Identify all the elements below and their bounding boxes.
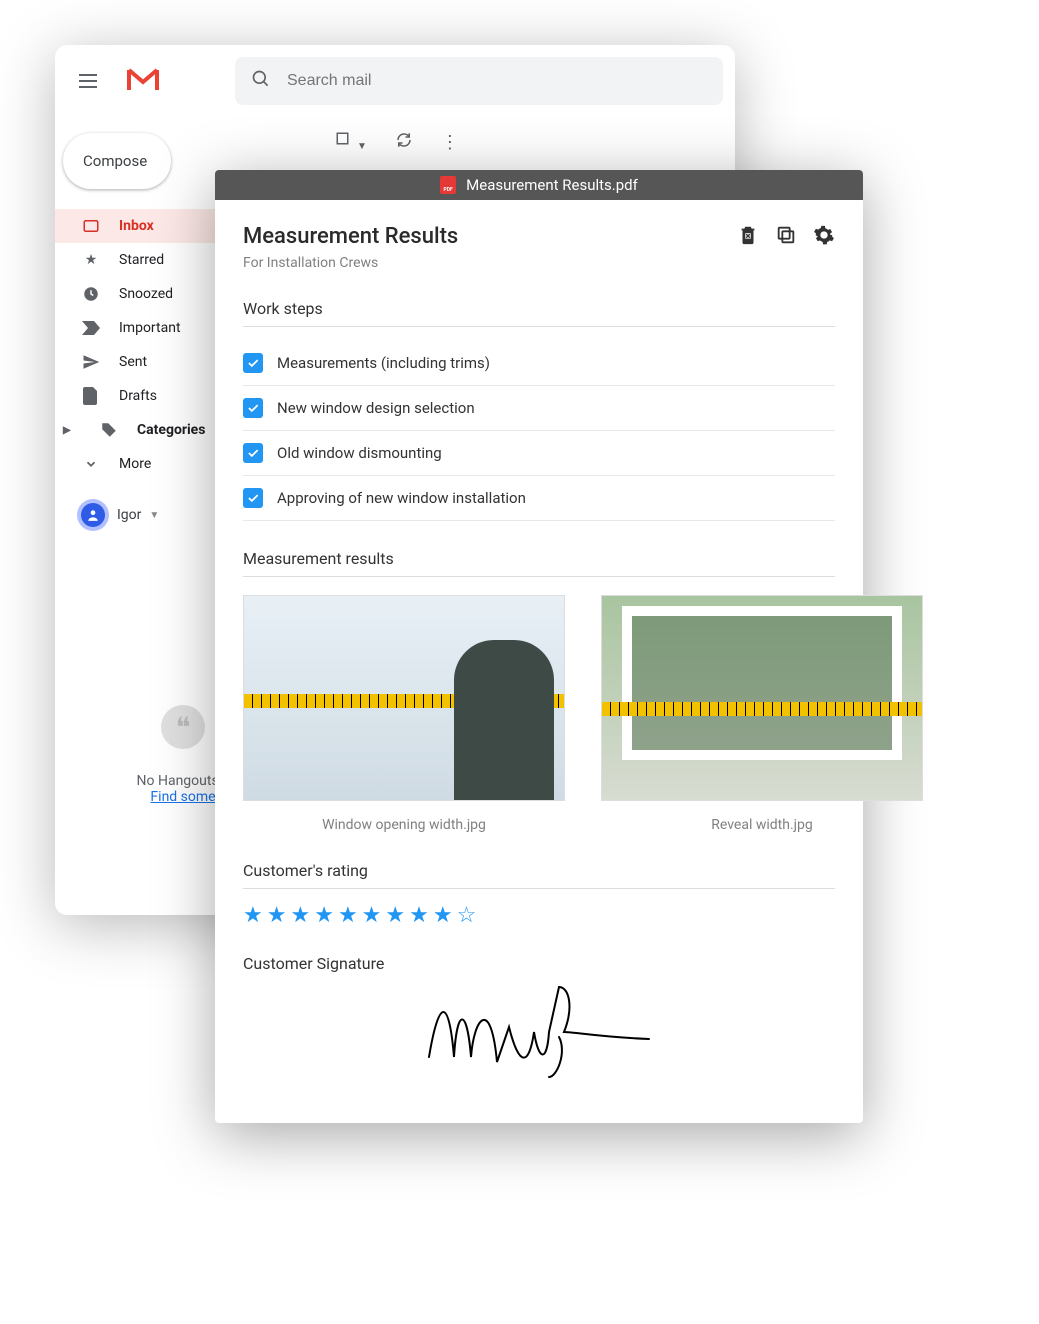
- signature-heading: Customer Signature: [243, 954, 835, 973]
- result-image[interactable]: [243, 595, 565, 801]
- gear-icon[interactable]: [813, 224, 835, 250]
- pdf-titlebar: Measurement Results.pdf: [215, 170, 863, 200]
- inbox-icon: [81, 216, 101, 236]
- work-step-label: New window design selection: [277, 399, 475, 417]
- more-icon[interactable]: ⋮: [441, 132, 459, 153]
- pdf-file-icon: [440, 176, 456, 194]
- sent-icon: [81, 352, 101, 372]
- search-bar[interactable]: [235, 57, 723, 105]
- gmail-header: [55, 45, 735, 117]
- important-icon: [81, 318, 101, 338]
- compose-button[interactable]: Compose: [63, 133, 171, 189]
- result-caption: Reveal width.jpg: [601, 817, 923, 833]
- gmail-toolbar: ▼ ⋮: [311, 117, 735, 163]
- star-icon: ★: [81, 250, 101, 270]
- rating-heading: Customer's rating: [243, 861, 835, 889]
- gmail-m-icon: [127, 62, 159, 100]
- hangouts-icon: ❝: [161, 705, 205, 749]
- star-filled-icon: ★: [290, 903, 310, 928]
- caret-down-icon: ▼: [149, 510, 159, 521]
- compose-label: Compose: [83, 152, 147, 170]
- checkbox-checked-icon[interactable]: [243, 488, 263, 508]
- pdf-title: Measurement Results: [243, 224, 458, 249]
- avatar: [77, 499, 109, 531]
- star-filled-icon: ★: [409, 903, 429, 928]
- sidebar-item-label: Inbox: [119, 218, 154, 234]
- work-step-label: Old window dismounting: [277, 444, 442, 462]
- sidebar-item-label: Snoozed: [119, 286, 173, 302]
- drafts-icon: [81, 386, 101, 406]
- checkbox-checked-icon[interactable]: [243, 398, 263, 418]
- work-step-row: Approving of new window installation: [243, 476, 835, 521]
- pdf-subtitle: For Installation Crews: [243, 255, 458, 271]
- results-heading: Measurement results: [243, 549, 835, 577]
- pdf-filename: Measurement Results.pdf: [466, 176, 638, 194]
- work-steps-heading: Work steps: [243, 299, 835, 327]
- work-step-row: New window design selection: [243, 386, 835, 431]
- hangouts-link[interactable]: Find some: [150, 789, 215, 805]
- delete-icon[interactable]: [737, 224, 759, 250]
- sidebar-item-label: Categories: [137, 422, 205, 438]
- result-caption: Window opening width.jpg: [243, 817, 565, 833]
- work-step-label: Approving of new window installation: [277, 489, 526, 507]
- star-filled-icon: ★: [338, 903, 358, 928]
- hamburger-icon[interactable]: [79, 69, 103, 93]
- star-empty-icon: ☆: [457, 903, 477, 928]
- result-image[interactable]: [601, 595, 923, 801]
- refresh-icon[interactable]: [395, 131, 413, 153]
- sidebar-item-label: More: [119, 456, 151, 472]
- result-image-item: Reveal width.jpg: [601, 595, 923, 833]
- sidebar-item-label: Starred: [119, 252, 164, 268]
- select-all-checkbox[interactable]: ▼: [335, 131, 367, 153]
- gmail-logo: [127, 62, 159, 100]
- signature-image: [243, 977, 835, 1087]
- chevron-down-icon: [81, 454, 101, 474]
- star-filled-icon: ★: [243, 903, 263, 928]
- checkbox-checked-icon[interactable]: [243, 443, 263, 463]
- tag-icon: [99, 420, 119, 440]
- star-filled-icon: ★: [362, 903, 382, 928]
- star-filled-icon: ★: [385, 903, 405, 928]
- sidebar-item-label: Drafts: [119, 388, 157, 404]
- search-input[interactable]: [287, 72, 707, 90]
- copy-icon[interactable]: [775, 224, 797, 250]
- result-image-item: Window opening width.jpg: [243, 595, 565, 833]
- work-step-label: Measurements (including trims): [277, 354, 490, 372]
- caret-right-icon: ▶: [63, 425, 81, 436]
- star-filled-icon: ★: [314, 903, 334, 928]
- star-filled-icon: ★: [267, 903, 287, 928]
- search-icon: [251, 69, 271, 93]
- pdf-window: Measurement Results.pdf Measurement Resu…: [215, 170, 863, 1123]
- sidebar-item-label: Sent: [119, 354, 147, 370]
- work-step-row: Measurements (including trims): [243, 341, 835, 386]
- sidebar-item-label: Important: [119, 320, 181, 336]
- checkbox-checked-icon[interactable]: [243, 353, 263, 373]
- user-name: Igor: [117, 507, 141, 523]
- work-step-row: Old window dismounting: [243, 431, 835, 476]
- rating-stars[interactable]: ★ ★ ★ ★ ★ ★ ★ ★ ★ ☆: [243, 903, 835, 928]
- star-filled-icon: ★: [433, 903, 453, 928]
- clock-icon: [81, 284, 101, 304]
